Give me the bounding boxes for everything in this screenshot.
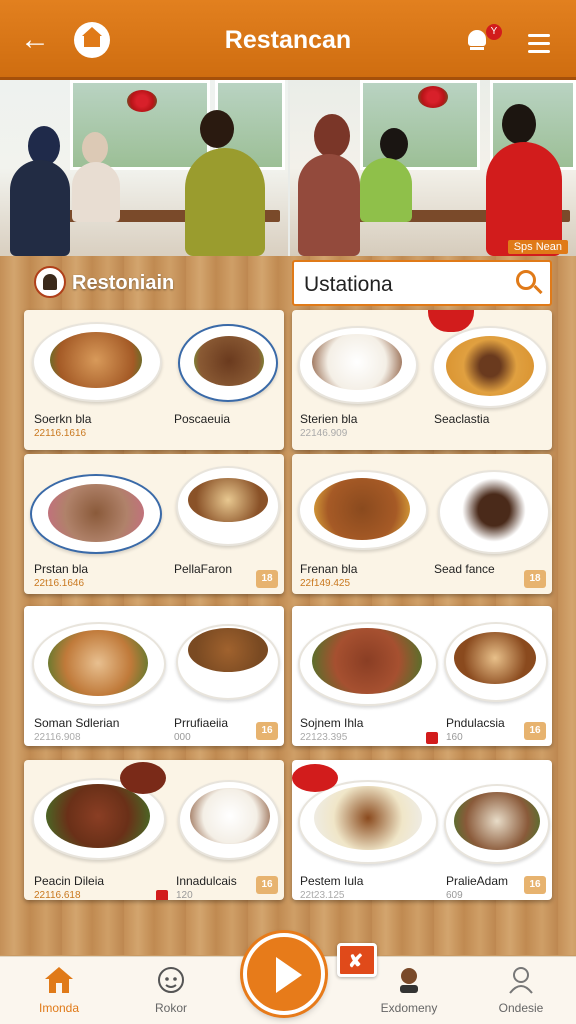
- search-icon[interactable]: [516, 270, 544, 298]
- chef-icon: [158, 967, 184, 993]
- card-count-badge: 18: [524, 570, 546, 588]
- card-item-name: Prrufiaeiia: [174, 716, 229, 730]
- nav-item-home[interactable]: Imonda: [14, 957, 104, 1024]
- menu-card[interactable]: Peacin Dileia 22116.618 Innadulcais 120 …: [24, 760, 284, 900]
- card-item-name: Sojnem Ihla: [300, 716, 364, 730]
- nav-label: Rokor: [154, 1001, 187, 1015]
- card-item-name: Innadulcais: [176, 874, 237, 888]
- card-item-name: Peacin Dileia: [34, 874, 105, 888]
- card-item-name: Sead fance: [434, 562, 495, 576]
- card-count-badge: 16: [524, 876, 546, 894]
- card-item-name: Poscaeuia: [174, 412, 231, 426]
- notification-badge: Y: [486, 24, 502, 40]
- card-item-name: Seaclastia: [434, 412, 490, 426]
- card-count-badge: 16: [256, 876, 278, 894]
- play-icon: [276, 957, 302, 993]
- notification-bell-icon[interactable]: [466, 28, 488, 52]
- profile-icon: [509, 967, 533, 994]
- card-item-name: PellaFaron: [174, 562, 233, 576]
- menu-card[interactable]: Pestem Iula 22t23.125 PralieAdam 609 16: [292, 760, 552, 900]
- hero-photo-right: [290, 80, 576, 256]
- restaurant-brand: Restoniain: [24, 260, 286, 306]
- card-item-name: Soman Sdlerian: [34, 716, 120, 730]
- search-input[interactable]: Ustationa: [292, 260, 552, 306]
- menu-card[interactable]: Sojnem Ihla 22123.395 Pndulacsia 160 16: [292, 606, 552, 746]
- card-item-name: Soerkn bla: [34, 412, 92, 426]
- hamburger-menu-icon[interactable]: [528, 34, 550, 53]
- menu-card[interactable]: Prstan bla 22t16.1646 PellaFaron 18: [24, 454, 284, 594]
- card-item-price: 22116.618: [34, 890, 81, 900]
- card-item-price: 22116.908: [34, 732, 81, 743]
- card-item-name: Prstan bla: [34, 562, 89, 576]
- card-item-name: Pndulacsia: [446, 716, 505, 730]
- card-item-price: 22t23.125: [300, 890, 345, 900]
- menu-card[interactable]: Sterien bla 22146.909 Seaclastia: [292, 310, 552, 450]
- play-button[interactable]: [243, 933, 325, 1015]
- card-item-name: Sterien bla: [300, 412, 358, 426]
- app-header: ← Restancan Y: [0, 0, 576, 80]
- card-item-name: PralieAdam: [446, 874, 509, 888]
- restaurant-logo-icon: [34, 266, 66, 298]
- card-count-badge: 18: [256, 570, 278, 588]
- card-item-sub: 000: [174, 732, 191, 743]
- hero-tag: Sps Nean: [507, 240, 568, 254]
- card-item-price: 22123.395: [300, 732, 348, 743]
- hero-photo-left: [0, 80, 288, 256]
- flag-icon: [426, 732, 438, 744]
- nav-item-exdomeny[interactable]: Exdomeny: [364, 957, 454, 1024]
- card-item-sub: 160: [446, 732, 463, 743]
- menu-card[interactable]: Frenan bla 22f149.425 Sead fance 18: [292, 454, 552, 594]
- user-avatar-icon: [400, 968, 418, 993]
- card-item-price: 22t16.1646: [34, 578, 85, 589]
- search-value: Ustationa: [304, 273, 393, 296]
- nav-label: Exdomeny: [380, 1001, 438, 1015]
- card-count-badge: 16: [524, 722, 546, 740]
- card-item-price: 22116.1616: [34, 428, 87, 439]
- card-item-price: 22f149.425: [300, 578, 351, 589]
- nav-label: Ondesie: [498, 1001, 544, 1015]
- nav-label: Imonda: [38, 1001, 80, 1015]
- nav-item-rokor[interactable]: Rokor: [126, 957, 216, 1024]
- flag-icon: [156, 890, 168, 900]
- card-count-badge: 16: [256, 722, 278, 740]
- nav-item-ondesie[interactable]: Ondesie: [476, 957, 566, 1024]
- card-item-name: Pestem Iula: [300, 874, 364, 888]
- card-item-price: 22146.909: [300, 428, 348, 439]
- card-item-name: Frenan bla: [300, 562, 358, 576]
- restaurant-name: Restoniain: [72, 272, 175, 294]
- card-item-sub: 609: [446, 890, 463, 900]
- utensils-icon[interactable]: ✘: [337, 943, 377, 977]
- home-icon: [45, 967, 73, 993]
- menu-card[interactable]: Soman Sdlerian 22116.908 Prrufiaeiia 000…: [24, 606, 284, 746]
- hero-banner[interactable]: Sps Nean: [0, 80, 576, 256]
- card-item-sub: 120: [176, 890, 193, 900]
- menu-card[interactable]: Soerkn bla 22116.1616 Poscaeuia: [24, 310, 284, 450]
